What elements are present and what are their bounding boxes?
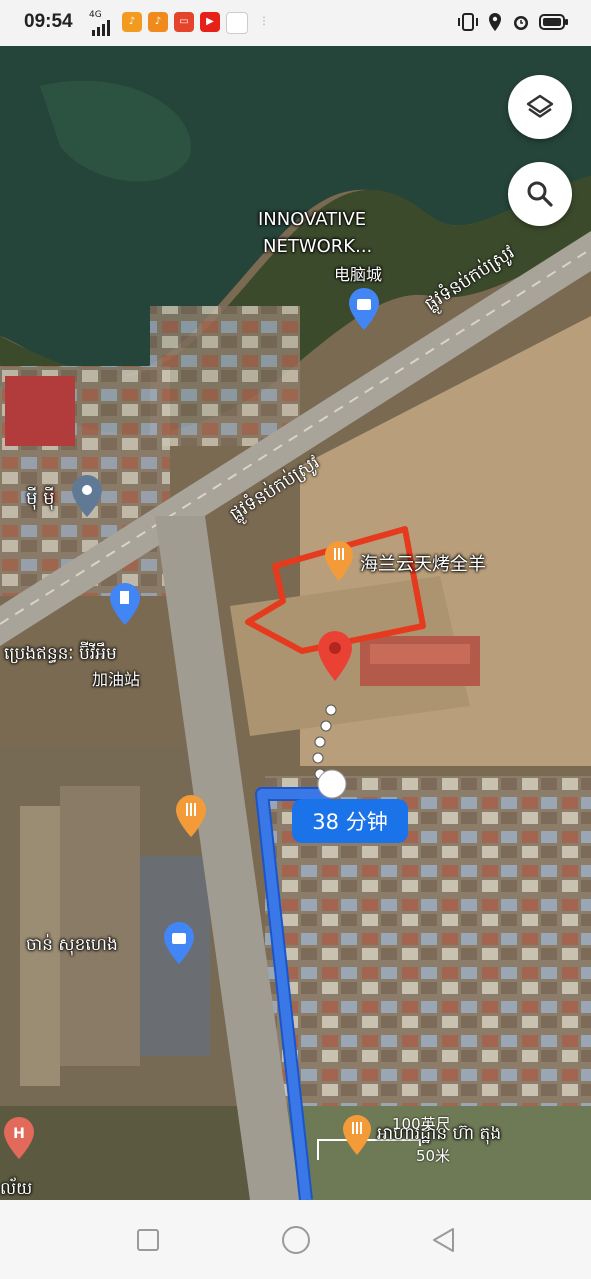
place-marker[interactable] — [70, 474, 104, 518]
back-button[interactable] — [430, 1226, 456, 1254]
shop-label: ចាន់ សុខហេង — [26, 935, 118, 955]
app-icon-orange2: ♪ — [148, 12, 168, 32]
status-bar: 09:54 4G ♪ ♪ ▭ ▶ ⋮ — [0, 0, 591, 46]
map-view[interactable]: H INNOVATIVE NETWORK... 电脑城 ផ្លូវទំនប់កប… — [0, 46, 591, 1200]
gas-station-label-cn: 加油站 — [92, 670, 141, 689]
eta-chip[interactable]: 38 分钟 — [292, 799, 408, 843]
restaurant-marker-1[interactable] — [323, 540, 355, 582]
hospital-label: ល័យ — [0, 1179, 33, 1199]
vibrate-icon — [458, 13, 478, 31]
app-icon-red: ▭ — [174, 12, 194, 32]
app-icon-white — [226, 12, 248, 34]
status-right-icons — [457, 12, 569, 32]
app-icon-dots: ⋮ — [259, 16, 269, 27]
search-icon — [527, 181, 553, 207]
recents-button[interactable] — [136, 1228, 160, 1252]
app-icon-orange: ♪ — [122, 12, 142, 32]
youtube-icon: ▶ — [200, 12, 220, 32]
notification-icons: ♪ ♪ ▭ ▶ ⋮ — [122, 12, 274, 34]
home-button[interactable] — [281, 1225, 311, 1255]
system-nav-bar — [0, 1200, 591, 1279]
clock: 09:54 — [24, 11, 73, 32]
place-label-network: NETWORK... — [263, 236, 373, 257]
network-type: 4G — [89, 10, 102, 20]
hospital-marker[interactable]: H — [2, 1116, 36, 1160]
shopping-marker-2[interactable] — [162, 921, 196, 965]
scale-feet: 100英尺 — [392, 1115, 451, 1133]
gas-station-marker[interactable] — [108, 582, 142, 626]
destination-marker[interactable] — [316, 630, 354, 682]
svg-text:H: H — [13, 1126, 25, 1142]
search-button[interactable] — [508, 162, 572, 226]
layers-icon — [526, 94, 554, 118]
layers-button[interactable] — [508, 75, 572, 139]
alarm-icon — [514, 16, 528, 30]
restaurant-label: 海兰云天烤全羊 — [360, 554, 486, 575]
restaurant-marker-3[interactable] — [341, 1114, 373, 1156]
location-icon — [489, 13, 501, 31]
shopping-marker[interactable] — [347, 287, 381, 331]
signal-icon — [92, 20, 110, 36]
place-label-mi: ម៉ី ម៉ី — [26, 488, 55, 509]
place-label-computer-city: 电脑城 — [334, 265, 383, 284]
restaurant-marker-2[interactable] — [174, 794, 208, 838]
place-label-innovative: INNOVATIVE — [258, 209, 367, 230]
scale-meters: 50米 — [416, 1147, 451, 1165]
battery-icon — [539, 14, 568, 30]
gas-station-label: ប្រេងឥន្ធនៈ ប៊ីវីអឹម — [4, 644, 117, 664]
